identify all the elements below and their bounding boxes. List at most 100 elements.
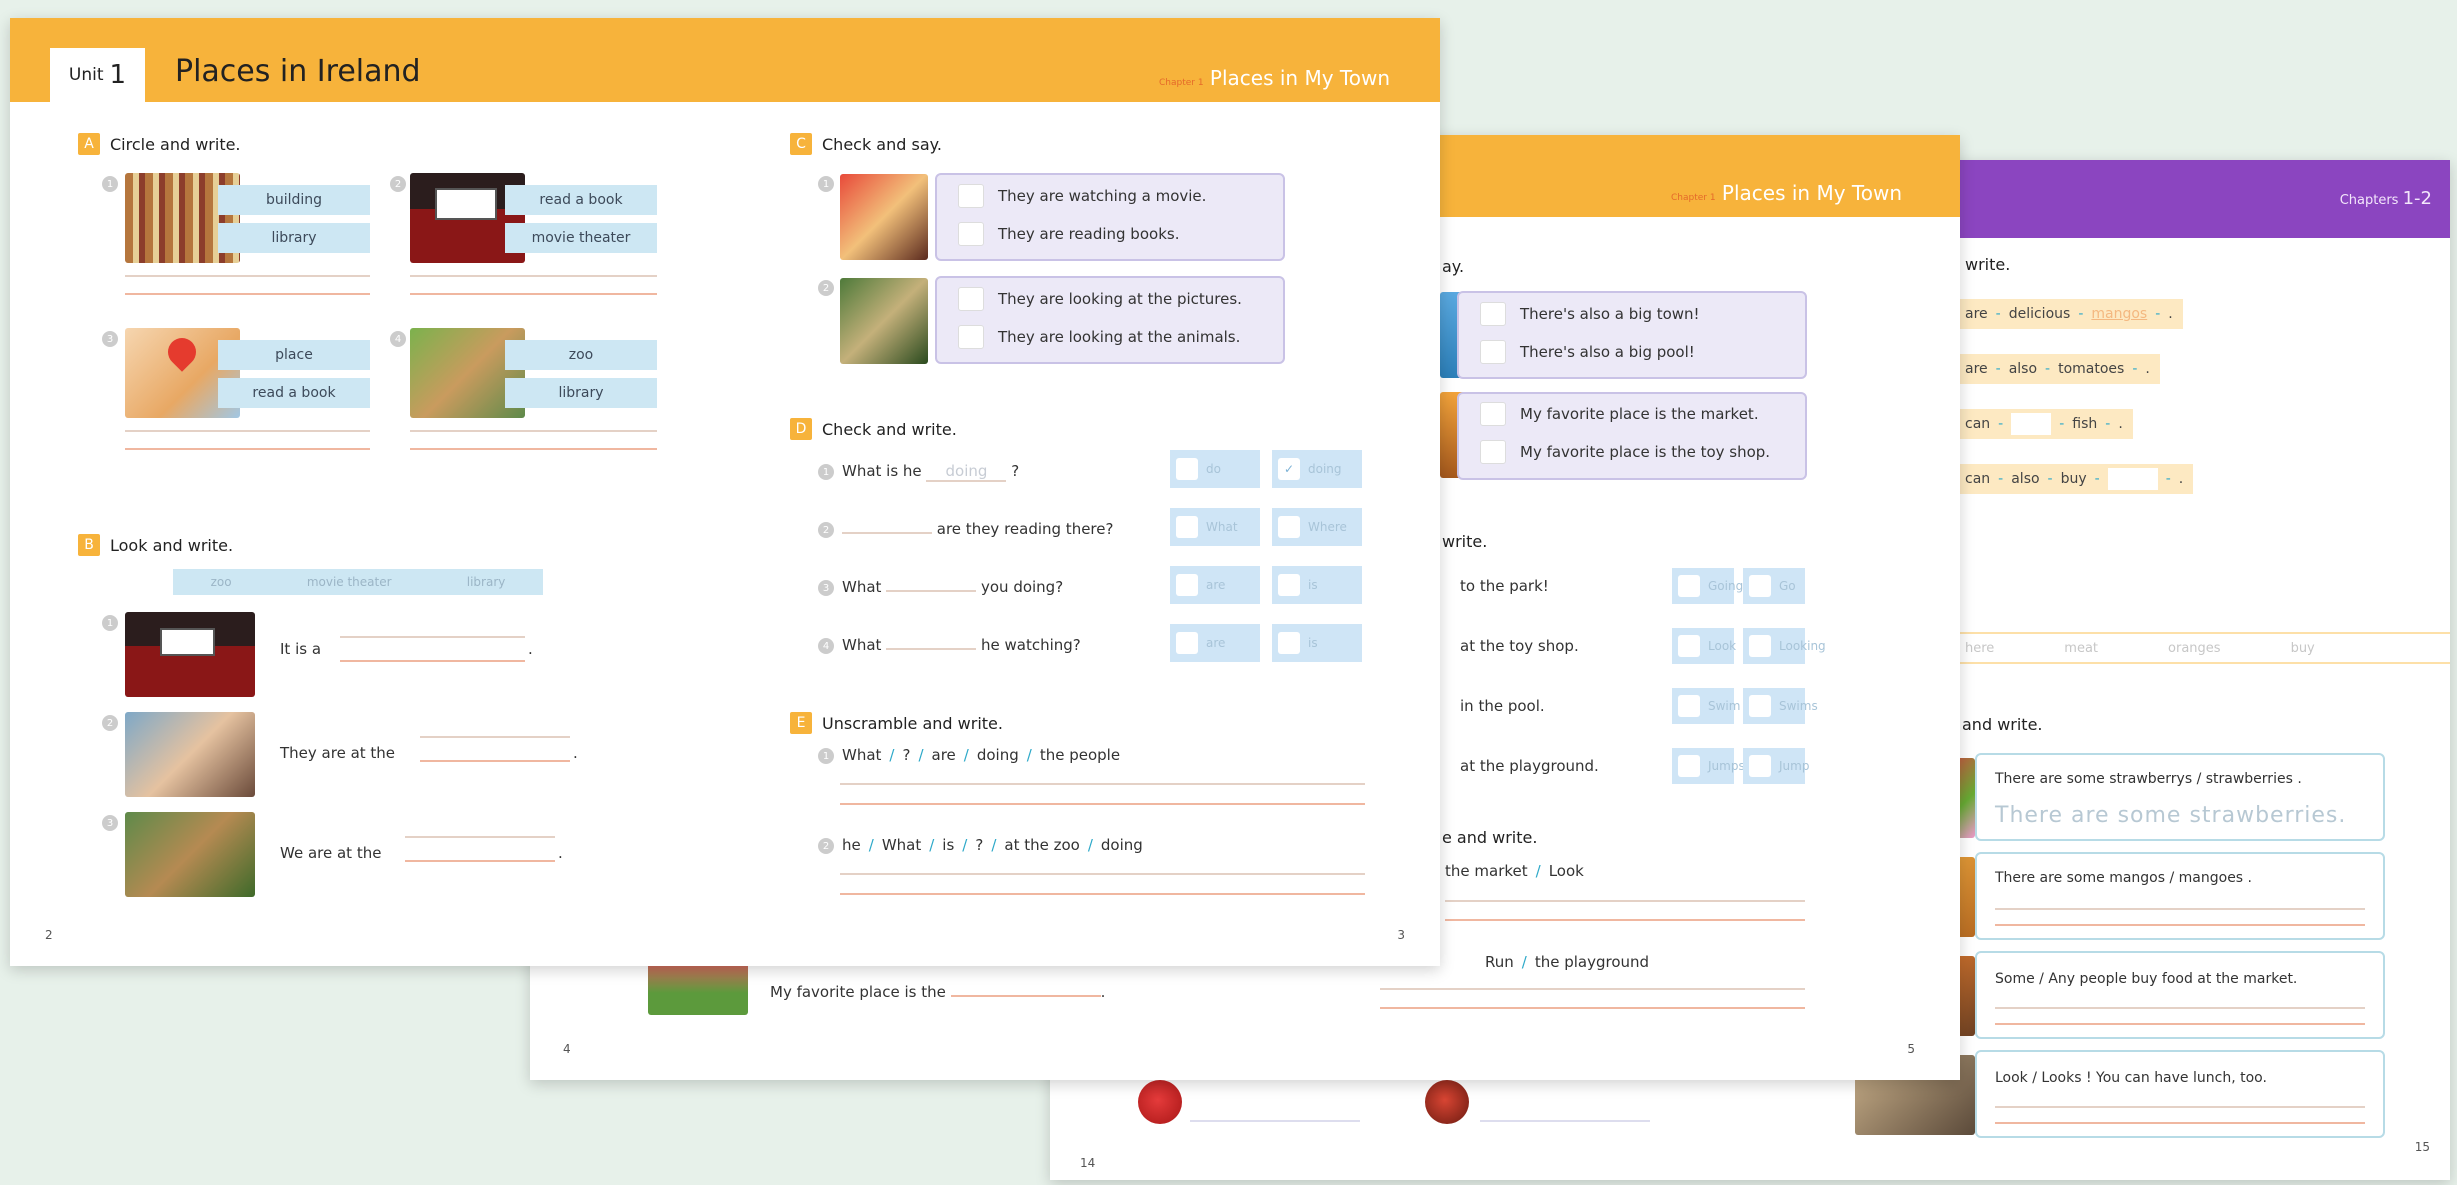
movie-audience-photo [840, 174, 928, 260]
front-spread: Unit 1 Places in Ireland Chapter 1 Places… [10, 18, 1440, 966]
checkbox[interactable] [958, 325, 984, 349]
b-sentence-2: They are at the [280, 744, 396, 762]
opt-look[interactable]: Look [1672, 628, 1736, 664]
sentence-row-2: There are some mangos / mangoes . [1975, 852, 2385, 940]
bank-word: oranges [2168, 640, 2221, 656]
zoo-photo-b [125, 812, 255, 897]
bank-word: meat [2064, 640, 2099, 656]
middle-d-4: at the playground. [1460, 757, 1599, 775]
word-pill[interactable]: building [218, 185, 370, 215]
opt-going[interactable]: Going [1672, 568, 1743, 604]
opt-go[interactable]: Go [1743, 568, 1805, 604]
item-number: 1 [102, 176, 118, 192]
b-suffix-1: . [528, 640, 533, 658]
middle-e-1: the market / Look [1445, 862, 1584, 880]
opt-are-2[interactable]: are [1170, 624, 1260, 662]
page-number-2: 2 [45, 928, 53, 942]
checkbox[interactable] [1480, 302, 1506, 326]
word-pill[interactable]: movie theater [505, 223, 657, 253]
opt-is[interactable]: is [1272, 566, 1362, 604]
sentence-text: Some / Any people buy food at the market… [1995, 971, 2298, 987]
unit-tab: Unit 1 [50, 48, 145, 102]
back-row-4: can - also - buy - -. [1955, 464, 2194, 494]
middle-option-1b[interactable]: There's also a big pool! [1480, 340, 1695, 364]
c1-option-b[interactable]: They are reading books. [958, 222, 1179, 246]
back-and-write-label: and write. [1962, 715, 2043, 734]
item-number: 1 [818, 464, 834, 480]
middle-d-1: to the park! [1460, 577, 1549, 595]
c2-option-b[interactable]: They are looking at the animals. [958, 325, 1240, 349]
b-suffix-3: . [558, 844, 563, 862]
zoo-visitors-photo [840, 278, 928, 364]
section-c-heading: C Check and say. [790, 133, 942, 155]
opt-swim[interactable]: Swim [1672, 688, 1740, 724]
item-number: 1 [818, 176, 834, 192]
park-photo [648, 960, 748, 1015]
item-number: 3 [102, 815, 118, 831]
opt-looking[interactable]: Looking [1743, 628, 1826, 664]
page-number-15: 15 [2414, 1140, 2430, 1154]
section-b-heading: B Look and write. [78, 534, 233, 556]
d-question-1: What is he doing ? [842, 462, 1020, 482]
front-chapter: Chapter 1 Places in My Town [1158, 66, 1390, 90]
middle-d-2: at the toy shop. [1460, 637, 1579, 655]
trace-text: There are some strawberries. [1995, 803, 2347, 828]
item-number: 3 [818, 580, 834, 596]
middle-d-3: in the pool. [1460, 697, 1545, 715]
e-scramble-2: he / What / is /? / at the zoo / doing [842, 836, 1143, 854]
b-sentence-3: We are at the [280, 844, 382, 862]
item-number: 2 [390, 176, 406, 192]
checkbox[interactable] [958, 222, 984, 246]
back-row-3: can - - fish -. [1955, 409, 2133, 439]
page-title: Places in Ireland [175, 54, 421, 89]
checkbox[interactable] [1480, 402, 1506, 426]
sentence-text: There are some mangos / mangoes . [1995, 870, 2253, 886]
item-number: 2 [818, 838, 834, 854]
checkbox[interactable] [1480, 340, 1506, 364]
word-bank-b: zoo movie theater library [173, 569, 543, 595]
opt-jumps[interactable]: Jumps [1672, 748, 1745, 784]
checkbox[interactable] [1480, 440, 1506, 464]
b-sentence-1: It is a [280, 640, 322, 658]
opt-are[interactable]: are [1170, 566, 1260, 604]
middle-option-2b[interactable]: My favorite place is the toy shop. [1480, 440, 1770, 464]
middle-write-label: write. [1442, 532, 1488, 551]
back-write-label: write. [1965, 255, 2011, 274]
opt-doing[interactable]: ✓ doing [1272, 450, 1362, 488]
c1-option-a[interactable]: They are watching a movie. [958, 184, 1206, 208]
bank-word: movie theater [306, 575, 392, 589]
middle-e-label: e and write. [1442, 828, 1538, 847]
checkbox[interactable] [958, 184, 984, 208]
word-pill[interactable]: place [218, 340, 370, 370]
chapters-label: Chapters 1-2 [2339, 188, 2432, 209]
word-pill[interactable]: library [505, 378, 657, 408]
opt-swims[interactable]: Swims [1743, 688, 1818, 724]
word-pill[interactable]: library [218, 223, 370, 253]
d-question-2: are they reading there? [842, 520, 1113, 538]
d-question-3: What you doing? [842, 578, 1064, 596]
opt-is-2[interactable]: is [1272, 624, 1362, 662]
item-number: 2 [102, 715, 118, 731]
the-word-bank: here meat oranges buy [1955, 632, 2450, 664]
sentence-row-1: There are some strawberrys / strawberrie… [1975, 753, 2385, 841]
page-number-14: 14 [1080, 1156, 1096, 1170]
opt-jump[interactable]: Jump [1743, 748, 1809, 784]
section-e-heading: E Unscramble and write. [790, 712, 1003, 734]
item-number: 2 [818, 280, 834, 296]
opt-what[interactable]: What [1170, 508, 1260, 546]
sentence-text: Look / Looks ! You can have lunch, too. [1995, 1070, 2267, 1086]
favorite-sentence: My favorite place is the . [770, 983, 1106, 1001]
middle-option-1a[interactable]: There's also a big town! [1480, 302, 1700, 326]
page-number-5: 5 [1907, 1042, 1915, 1056]
bank-word: buy [2290, 640, 2315, 656]
word-pill[interactable]: read a book [505, 185, 657, 215]
c2-option-a[interactable]: They are looking at the pictures. [958, 287, 1242, 311]
middle-option-2a[interactable]: My favorite place is the market. [1480, 402, 1759, 426]
opt-do[interactable]: do [1170, 450, 1260, 488]
word-pill[interactable]: zoo [505, 340, 657, 370]
checkbox[interactable] [958, 287, 984, 311]
apple-icon [1425, 1080, 1469, 1124]
word-pill[interactable]: read a book [218, 378, 370, 408]
item-number: 1 [818, 748, 834, 764]
opt-where[interactable]: Where [1272, 508, 1362, 546]
